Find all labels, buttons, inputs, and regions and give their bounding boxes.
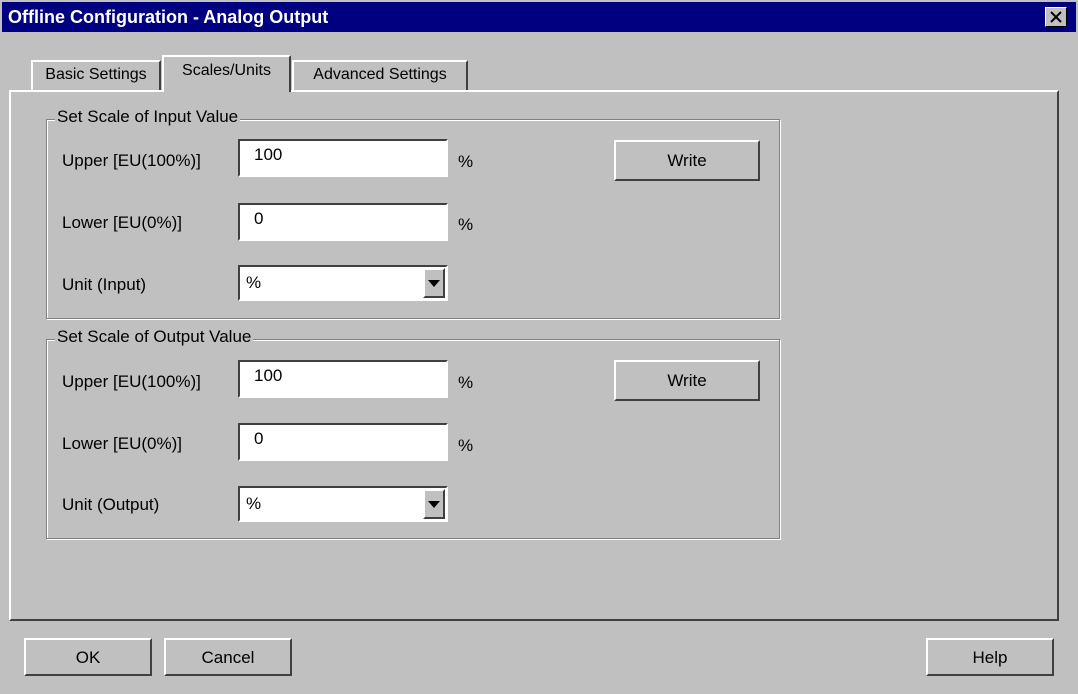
input-unit-dropdown-button[interactable] (423, 268, 445, 298)
output-upper-label: Upper [EU(100%)] (62, 372, 201, 391)
chevron-down-icon (428, 280, 440, 287)
ok-button[interactable]: OK (24, 638, 152, 676)
tab-basic-settings[interactable]: Basic Settings (31, 60, 161, 90)
close-icon (1050, 11, 1062, 23)
tab-label: Advanced Settings (313, 66, 447, 83)
write-label: Write (667, 151, 707, 170)
tab-label: Scales/Units (182, 62, 271, 79)
ok-label: OK (75, 648, 101, 667)
cancel-label: Cancel (201, 648, 255, 667)
output-lower-field[interactable]: 0 (238, 423, 448, 461)
input-scale-group-label: Set Scale of Input Value (55, 107, 241, 127)
output-unit-dropdown-button[interactable] (423, 489, 445, 519)
input-lower-unit: % (458, 215, 474, 234)
output-write-button[interactable]: Write (614, 360, 760, 401)
output-unit-label: Unit (Output) (62, 495, 160, 514)
input-unit-value: % (246, 273, 262, 292)
input-upper-field[interactable]: 100 (238, 139, 448, 177)
title-bar: Offline Configuration - Analog Output (2, 2, 1076, 32)
tab-advanced-settings[interactable]: Advanced Settings (292, 60, 468, 90)
tab-scales-units[interactable]: Scales/Units (162, 55, 291, 92)
input-write-button[interactable]: Write (614, 140, 760, 181)
window-title: Offline Configuration - Analog Output (8, 7, 329, 27)
output-lower-label: Lower [EU(0%)] (62, 434, 182, 453)
output-lower-unit: % (458, 436, 474, 455)
close-button[interactable] (1045, 7, 1067, 27)
input-lower-label: Lower [EU(0%)] (62, 213, 182, 232)
input-upper-unit: % (458, 152, 474, 171)
output-upper-field[interactable]: 100 (238, 360, 448, 398)
help-button[interactable]: Help (926, 638, 1054, 676)
tab-label: Basic Settings (45, 66, 147, 83)
help-label: Help (972, 648, 1008, 667)
cancel-button[interactable]: Cancel (164, 638, 292, 676)
input-lower-field[interactable]: 0 (238, 203, 448, 241)
output-scale-group-label: Set Scale of Output Value (55, 327, 254, 347)
write-label: Write (667, 371, 707, 390)
chevron-down-icon (428, 501, 440, 508)
input-unit-select[interactable]: % (238, 265, 448, 301)
output-unit-select[interactable]: % (238, 486, 448, 522)
input-unit-label: Unit (Input) (62, 275, 147, 294)
input-upper-label: Upper [EU(100%)] (62, 151, 201, 170)
output-upper-unit: % (458, 373, 474, 392)
output-unit-value: % (246, 494, 262, 513)
